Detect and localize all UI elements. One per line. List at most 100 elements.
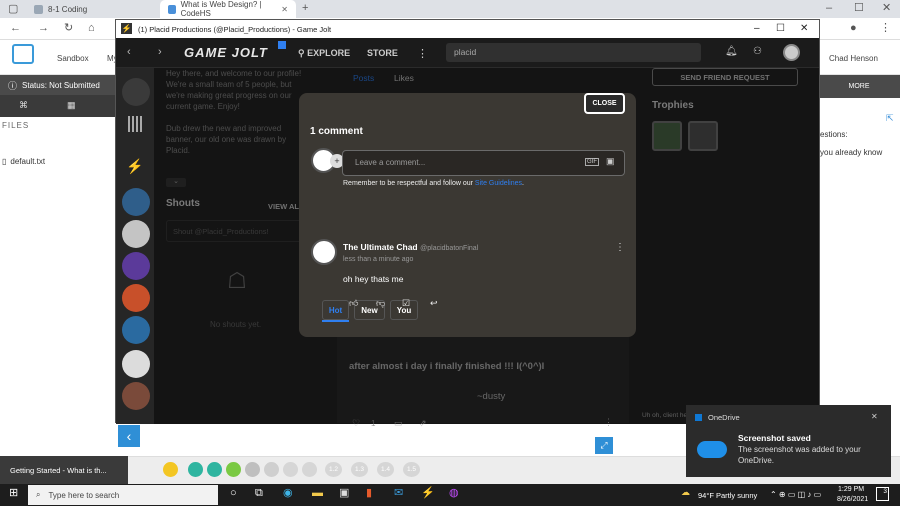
media-icon[interactable]: ▣ [606,156,615,167]
comment-handle[interactable]: @placidbatonFinal [420,245,478,252]
menu-icon[interactable]: ⋮ [880,23,891,34]
edge-icon[interactable]: ◉ [283,488,293,499]
forward-icon[interactable]: › [158,46,162,58]
store-icon[interactable]: ▣ [339,488,349,499]
explore-link[interactable]: ⚲ EXPLORE [298,48,350,59]
locked-chip-icon[interactable] [264,462,279,477]
taskbar-search[interactable]: ⌕ Type here to search [28,485,218,505]
bell-icon[interactable]: 🔔︎ [725,46,738,57]
search-input[interactable]: placid [446,43,701,62]
close-icon[interactable]: ✕ [800,23,808,34]
tab-hot[interactable]: Hot [322,300,349,320]
community-icon[interactable] [122,316,150,344]
community-icon[interactable] [122,284,150,312]
maximize-icon[interactable]: ☐ [776,23,785,34]
user-name[interactable]: Chad Henson [829,54,878,63]
comment-author-avatar[interactable] [311,239,337,265]
browser-tab-coding[interactable]: 8-1 Coding [26,0,156,18]
gamejolt-taskbar-icon[interactable]: ⚡ [421,488,435,499]
step-chip[interactable]: 1.3 [351,462,368,477]
community-icon[interactable] [122,188,150,216]
office-icon[interactable]: ▮ [366,488,372,499]
video-chip-icon[interactable] [188,462,203,477]
maximize-icon[interactable]: ☐ [854,3,864,14]
task-view-icon[interactable]: ⧉ [255,488,263,499]
file-item[interactable]: ▯ default.txt [2,157,45,166]
community-icon[interactable] [122,220,150,248]
cortana-icon[interactable]: ○ [230,488,237,499]
back-icon[interactable]: ← [10,23,21,34]
forward-icon[interactable]: → [38,23,49,34]
user-avatar[interactable] [783,44,800,61]
calendar-icon[interactable]: ▦ [67,100,76,111]
store-link[interactable]: STORE [367,48,398,58]
more-vertical-icon[interactable]: ⋮ [417,47,428,60]
thumbs-down-icon[interactable]: 👎︎ [376,298,385,309]
tab-label: 8-1 Coding [48,4,88,14]
site-guidelines-link[interactable]: Site Guidelines [475,180,522,187]
expand-icon[interactable]: ⤢ [595,437,613,454]
new-tab-button[interactable]: + [302,3,308,14]
clock-time[interactable]: 1:29 PM [838,486,864,493]
external-link-icon[interactable]: ⇱ [886,113,894,124]
sandbox-link[interactable]: Sandbox [57,54,89,63]
activity-icon[interactable] [122,78,150,106]
community-icon[interactable] [122,350,150,378]
codehs-logo-icon[interactable] [12,44,34,64]
friends-icon[interactable]: ⚇ [753,46,762,57]
file-explorer-icon[interactable]: ▬ [312,488,323,499]
home-icon[interactable]: ⌂ [88,23,95,34]
close-icon[interactable]: ✕ [871,412,878,421]
comment-input[interactable]: Leave a comment... GIF ▣ [342,150,625,176]
minimize-icon[interactable]: – [826,3,832,14]
comment-header: The Ultimate Chad @placidbatonFinal [343,242,478,252]
gamejolt-favicon-icon: ⚡ [121,23,132,34]
video-chip-icon[interactable] [207,462,222,477]
files-heading: FILES [2,121,30,130]
community-icon[interactable] [122,382,150,410]
minimize-icon[interactable]: – [754,23,760,34]
comment-options-icon[interactable]: ⋮ [615,242,625,253]
onedrive-toast[interactable]: OneDrive ✕ Screenshot saved The screensh… [686,405,891,477]
weather-text[interactable]: 94°F Partly sunny [698,491,757,500]
comment-author[interactable]: The Ultimate Chad [343,242,418,252]
realms-icon[interactable]: ⚡ [126,158,143,175]
locked-chip-icon[interactable] [283,462,298,477]
close-modal-button[interactable]: CLOSE [584,93,625,114]
comment-time: less than a minute ago [343,256,414,263]
reload-icon[interactable]: ↻ [64,23,73,34]
exercise-chip-icon[interactable] [226,462,241,477]
back-icon[interactable]: ‹ [127,46,131,58]
library-icon[interactable] [128,116,142,132]
reply-icon[interactable]: ↩ [430,298,438,309]
locked-chip-icon[interactable] [302,462,317,477]
collapse-left-button[interactable]: ‹ [118,425,140,447]
start-icon[interactable]: ⊞ [9,488,18,499]
notification-center-icon[interactable]: 3 [876,487,889,501]
step-chip[interactable]: 1.5 [403,462,420,477]
tab-favicon-icon [168,4,176,14]
lesson-chip-icon[interactable] [163,462,178,477]
clock-date[interactable]: 8/26/2021 [837,496,868,503]
more-tab[interactable]: MORE [818,75,900,98]
step-chip[interactable]: 1.4 [377,462,394,477]
profile-icon[interactable]: ● [850,23,857,34]
tray-icons[interactable]: ⌃ ⊕ ▭ ◫ ♪ ▭ [770,490,821,499]
window-icon[interactable]: ▢ [8,4,18,15]
toast-app-name: OneDrive [708,413,740,422]
discord-icon[interactable]: ◍ [449,488,459,499]
feature-icon[interactable]: ☑ [402,298,410,309]
gif-icon[interactable]: GIF [585,158,599,166]
close-icon[interactable]: ✕ [882,3,891,14]
gamejolt-logo[interactable]: GAME JOLT [184,45,268,60]
community-icon[interactable] [122,252,150,280]
thumbs-up-icon[interactable]: 👍︎ [349,298,358,309]
locked-chip-icon[interactable] [245,462,260,477]
status-text: Status: Not Submitted [22,80,100,90]
docs-icon[interactable]: ⌘ [19,100,28,111]
getting-started-link[interactable]: Getting Started - What is th... [0,456,128,484]
mail-icon[interactable]: ✉ [394,488,403,499]
step-chip[interactable]: 1.2 [325,462,342,477]
close-tab-icon[interactable]: ✕ [281,5,288,14]
browser-tab-webdesign[interactable]: What is Web Design? | CodeHS ✕ [160,0,296,18]
